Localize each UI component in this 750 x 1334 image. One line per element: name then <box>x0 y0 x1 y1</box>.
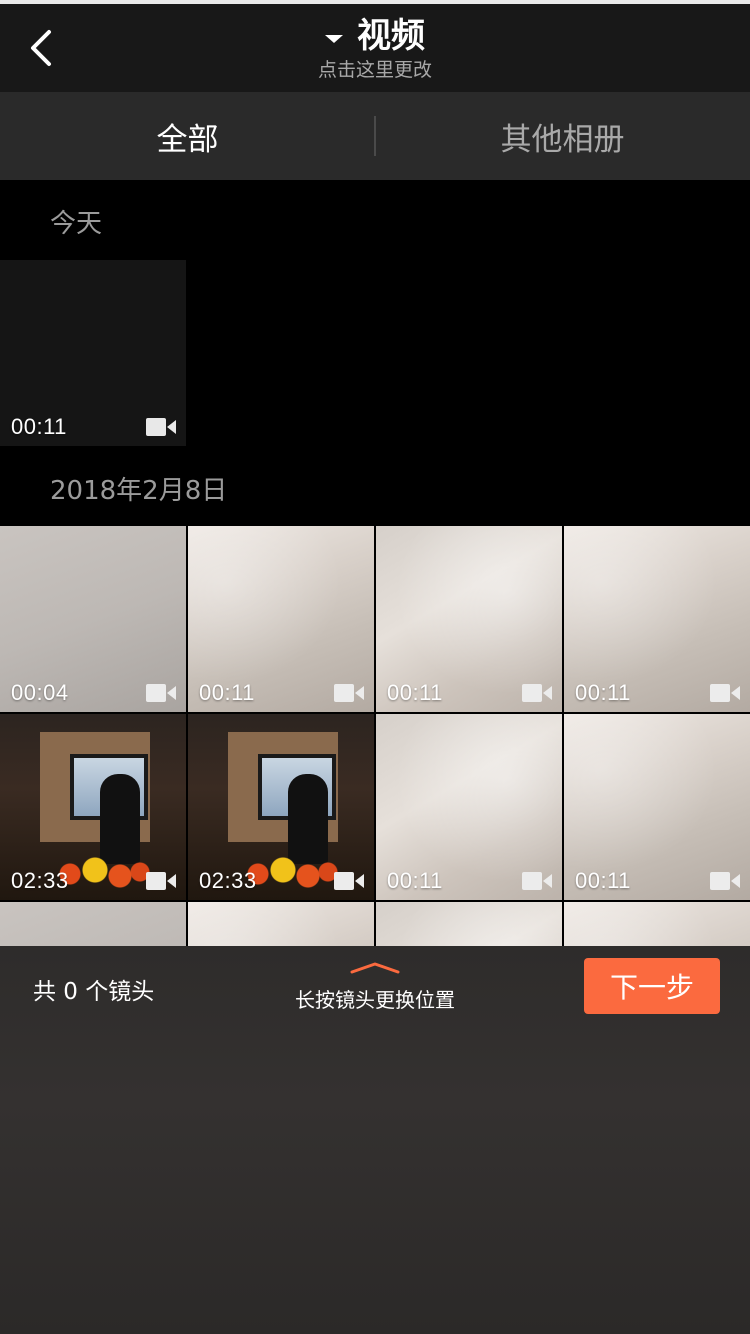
album-switcher[interactable]: 视频 点击这里更改 <box>0 14 750 90</box>
video-camera-icon <box>334 872 364 890</box>
selection-panel: 共 0 个镜头 长按镜头更换位置 下一步 <box>0 946 750 1334</box>
video-duration: 00:04 <box>11 680 69 705</box>
page-title: 视频 <box>357 16 425 56</box>
thumbnail-scene <box>100 774 140 864</box>
thumbnail-scene <box>288 774 328 864</box>
video-thumbnail[interactable]: 00:11 <box>564 526 750 712</box>
section-label-today: 今天 <box>50 209 103 239</box>
section-label-date: 2018年2月8日 <box>50 476 228 506</box>
chevron-up-icon[interactable] <box>350 960 400 976</box>
video-thumbnail[interactable]: 00:11 <box>564 714 750 900</box>
page-subtitle: 点击这里更改 <box>317 59 432 81</box>
video-duration: 00:11 <box>199 680 255 705</box>
tab-divider <box>374 116 376 156</box>
video-camera-icon <box>522 872 552 890</box>
video-camera-icon <box>146 418 176 436</box>
tab-other-albums[interactable]: 其他相册 <box>375 92 750 180</box>
video-duration: 00:11 <box>11 414 67 439</box>
video-camera-icon <box>146 872 176 890</box>
album-tabs: 全部 其他相册 <box>0 92 750 180</box>
title-row: 视频 <box>325 14 425 58</box>
video-duration: 02:33 <box>11 868 69 893</box>
video-thumbnail[interactable]: 00:11 <box>376 526 562 712</box>
video-duration: 00:11 <box>575 868 631 893</box>
video-duration: 00:11 <box>387 868 443 893</box>
caret-down-icon <box>325 35 343 43</box>
video-camera-icon <box>334 684 364 702</box>
nav-header: 视频 点击这里更改 <box>0 4 750 92</box>
video-duration: 00:11 <box>575 680 631 705</box>
video-camera-icon <box>146 684 176 702</box>
video-thumbnail[interactable]: 00:11 <box>0 260 186 446</box>
video-thumbnail[interactable]: 00:11 <box>376 714 562 900</box>
next-button[interactable]: 下一步 <box>584 958 720 1014</box>
tab-all[interactable]: 全部 <box>0 92 375 180</box>
video-camera-icon <box>710 872 740 890</box>
video-thumbnail[interactable]: 00:04 <box>0 526 186 712</box>
video-thumbnail[interactable]: 02:33 <box>188 714 374 900</box>
video-picker-screen: 视频 点击这里更改 全部 其他相册 今天 00:11 2018年2月8日 00:… <box>0 0 750 1334</box>
video-camera-icon <box>710 684 740 702</box>
video-duration: 02:33 <box>199 868 257 893</box>
video-thumbnail[interactable]: 00:11 <box>188 526 374 712</box>
video-thumbnail[interactable]: 02:33 <box>0 714 186 900</box>
video-duration: 00:11 <box>387 680 443 705</box>
video-camera-icon <box>522 684 552 702</box>
